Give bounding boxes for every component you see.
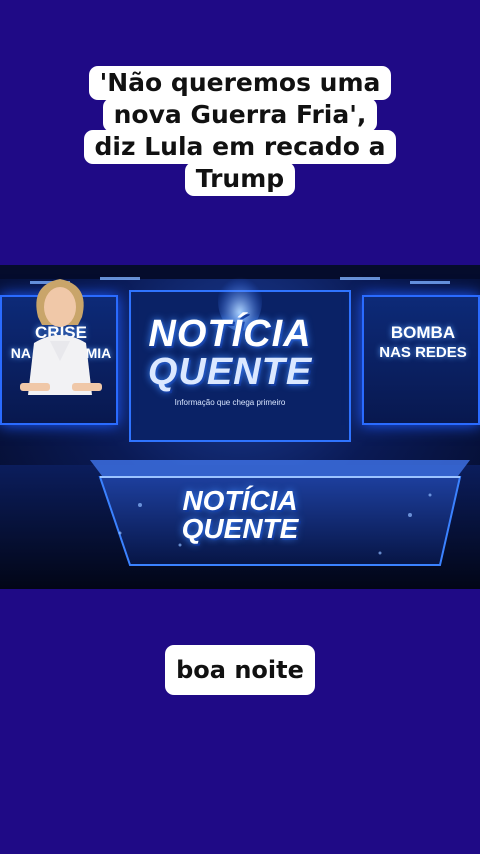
headline: 'Não queremos uma nova Guerra Fria', diz… bbox=[0, 66, 480, 196]
desk-logo-line-1: NOTÍCIA bbox=[182, 485, 298, 516]
panel-label-top: BOMBA bbox=[390, 323, 456, 342]
desk-logo-line-2: QUENTE bbox=[181, 513, 299, 544]
desk-logo: NOTÍCIA QUENTE bbox=[160, 487, 320, 543]
headline-line-3: diz Lula em recado a bbox=[83, 130, 397, 164]
caption: boa noite bbox=[0, 645, 480, 695]
bomba-redes-panel: BOMBA NAS REDES bbox=[362, 295, 480, 425]
show-logo: NOTÍCIA QUENTE bbox=[140, 315, 320, 391]
caption-text: boa noite bbox=[165, 645, 315, 695]
headline-line-1: 'Não queremos uma bbox=[88, 66, 392, 100]
headline-line-4: Trump bbox=[184, 162, 296, 196]
show-logo-line-1: NOTÍCIA bbox=[148, 313, 312, 355]
news-studio-image: CRISE NA ECONOMIA BOMBA NAS REDES NOTÍCI… bbox=[0, 265, 480, 589]
news-anchor bbox=[20, 279, 102, 395]
show-tagline: Informação que chega primeiro bbox=[174, 398, 286, 407]
panel-label-bottom: NAS REDES bbox=[379, 344, 467, 361]
show-logo-line-2: QUENTE bbox=[147, 351, 313, 393]
headline-line-2: nova Guerra Fria', bbox=[102, 98, 378, 132]
